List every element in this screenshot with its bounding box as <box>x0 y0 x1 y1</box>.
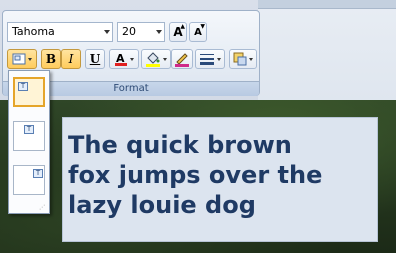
gallery-item-style-1[interactable]: T <box>13 77 45 107</box>
window-edge <box>258 0 396 9</box>
chevron-down-icon[interactable] <box>104 30 110 34</box>
font-size-value: 20 <box>122 25 136 38</box>
shrink-font-button[interactable]: A ▼ <box>189 22 207 42</box>
chevron-down-icon[interactable] <box>156 30 162 34</box>
resize-grip-icon[interactable]: ⋰ <box>39 205 47 211</box>
chevron-down-icon[interactable] <box>217 57 221 61</box>
text-style-gallery: T T T ⋰ <box>8 70 50 214</box>
grow-font-button[interactable]: A ▲ <box>169 22 187 42</box>
chevron-down-icon[interactable] <box>249 57 253 61</box>
chevron-down-icon[interactable] <box>163 57 167 61</box>
textbox-icon: T <box>33 169 43 178</box>
sample-text-box[interactable]: The quick brown fox jumps over the lazy … <box>62 117 378 242</box>
gallery-item-style-3[interactable]: T <box>13 165 45 195</box>
font-color-button[interactable]: A <box>109 49 139 69</box>
highlight-color-button[interactable] <box>141 49 171 69</box>
gallery-item-style-2[interactable]: T <box>13 121 45 151</box>
text-style-button[interactable] <box>7 49 37 69</box>
pen-icon <box>175 53 189 67</box>
sample-text: The quick brown fox jumps over the lazy … <box>68 131 323 219</box>
line-color-button[interactable] <box>171 49 193 69</box>
bold-button[interactable]: B <box>41 49 61 69</box>
document-background <box>258 0 396 100</box>
underline-button[interactable]: U <box>85 49 105 69</box>
textbox-icon: T <box>24 125 34 134</box>
font-name-combobox[interactable]: Tahoma <box>7 22 113 42</box>
font-name-value: Tahoma <box>12 25 55 38</box>
italic-button[interactable]: I <box>61 49 81 69</box>
chevron-down-icon[interactable] <box>28 57 32 61</box>
line-weight-icon <box>200 54 214 65</box>
shape-icon <box>233 52 247 66</box>
line-style-button[interactable] <box>195 49 225 69</box>
shape-fill-button[interactable] <box>229 49 257 69</box>
textbox-style-icon <box>12 53 26 65</box>
paint-bucket-icon <box>146 52 160 67</box>
textbox-icon: T <box>18 82 28 91</box>
font-size-combobox[interactable]: 20 <box>117 22 165 42</box>
caret-down-icon: ▼ <box>200 23 205 30</box>
font-color-icon: A <box>115 52 127 66</box>
chevron-down-icon[interactable] <box>130 57 134 61</box>
caret-up-icon: ▲ <box>180 23 185 30</box>
